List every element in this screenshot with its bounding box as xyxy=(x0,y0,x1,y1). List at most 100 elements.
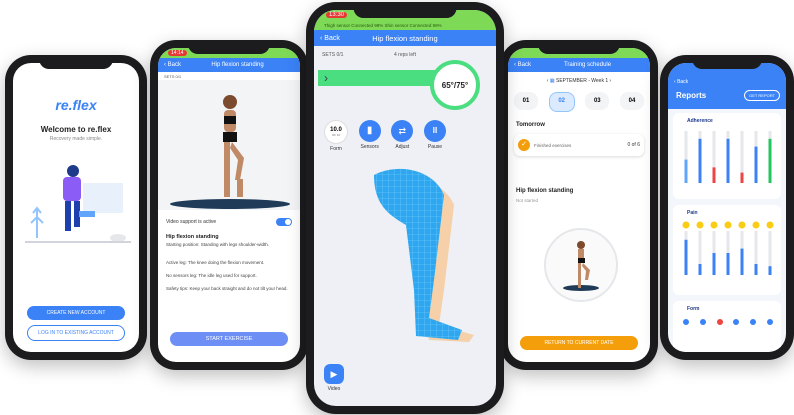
active-leg-text: Active leg: The knee doing the flexion m… xyxy=(166,260,265,265)
face-icon xyxy=(710,221,718,229)
form-marker-icon xyxy=(733,319,740,325)
phone-training-schedule: ‹ Back Training schedule ‹ ▦ SEPTEMBER -… xyxy=(500,40,658,370)
form-marker-icon xyxy=(766,319,773,325)
phone-notch xyxy=(692,55,762,69)
form-sub: OF 10 xyxy=(331,133,341,137)
angle-gauge: 65°/75° xyxy=(430,60,480,110)
face-icon xyxy=(752,221,760,229)
video-button[interactable]: ▶ Video xyxy=(324,364,344,392)
adjust-button[interactable]: ⇄ Adjust xyxy=(391,120,414,152)
pain-chart xyxy=(682,221,774,275)
chart-bar xyxy=(712,167,716,183)
phone-notch xyxy=(537,40,621,54)
exercise-figure-image xyxy=(158,80,300,210)
adherence-card: Adherence xyxy=(673,113,781,199)
reports-screen: ‹ Back Reports GET REPORT Adherence Pain… xyxy=(668,63,786,352)
video-label: Video xyxy=(327,386,341,392)
welcome-screen: re.flex Welcome to re.flex Recovery made… xyxy=(13,63,139,352)
chart-bar xyxy=(684,239,688,275)
video-support-label: Video support is active xyxy=(166,219,217,225)
chart-bar xyxy=(712,253,716,275)
month-selector[interactable]: ‹ ▦ SEPTEMBER - Week 1 › xyxy=(508,78,650,84)
exercise-live-screen: 13:30 Thigh sensor Connected 98% Shin se… xyxy=(314,10,496,406)
phone-notch xyxy=(353,2,457,18)
face-icon xyxy=(738,221,746,229)
calendar-icon: ▦ xyxy=(549,78,555,84)
pain-title: Pain xyxy=(687,210,698,216)
create-account-button[interactable]: CREATE NEW ACCOUNT xyxy=(27,306,125,320)
back-button[interactable]: ‹ Back xyxy=(164,62,181,68)
chart-bar xyxy=(698,138,702,183)
sets-label: SETS 0/1 xyxy=(322,52,344,58)
chart-bar xyxy=(754,264,758,275)
chart-bar xyxy=(726,138,730,183)
chevron-right-icon[interactable]: › xyxy=(610,78,612,84)
welcome-illustration xyxy=(25,165,131,243)
checkmark-icon: ✓ xyxy=(518,139,530,151)
welcome-title: Welcome to re.flex xyxy=(40,125,112,134)
nav-bar: ‹ Back Hip flexion standing xyxy=(158,58,300,72)
sensor-icon: ▮ xyxy=(358,120,381,142)
face-icon xyxy=(766,221,774,229)
phone-notch xyxy=(39,55,113,69)
chart-bar xyxy=(754,146,758,183)
day-tab[interactable]: 04 xyxy=(619,92,644,110)
exercise-thumbnail[interactable] xyxy=(544,228,618,302)
nav-bar: ‹ Back Hip flexion standing xyxy=(314,30,496,46)
pause-icon: II xyxy=(423,120,446,142)
non-sensor-leg-text: No sensors leg: The idle leg used for su… xyxy=(166,273,257,278)
return-current-date-button[interactable]: RETURN TO CURRENT DATE xyxy=(520,336,638,350)
chart-bar xyxy=(768,266,772,275)
tomorrow-heading: Tomorrow xyxy=(516,122,545,128)
chart-bar xyxy=(684,159,688,183)
face-icon xyxy=(682,221,690,229)
back-button[interactable]: ‹ Back xyxy=(674,79,688,85)
start-exercise-button[interactable]: START EXERCISE xyxy=(170,332,288,346)
form-marker-icon xyxy=(750,319,757,325)
adherence-chart xyxy=(684,131,772,183)
phone-welcome: re.flex Welcome to re.flex Recovery made… xyxy=(5,55,147,360)
form-markers xyxy=(683,319,773,325)
phone-reports: ‹ Back Reports GET REPORT Adherence Pain… xyxy=(660,55,794,360)
form-marker-icon xyxy=(683,319,689,325)
reports-header: ‹ Back Reports GET REPORT xyxy=(668,63,786,109)
day-tab[interactable]: 01 xyxy=(514,92,538,110)
video-icon: ▶ xyxy=(324,364,344,384)
form-score: 10.0 OF 10 Form xyxy=(324,120,348,152)
form-marker-icon xyxy=(699,319,706,325)
chevron-left-icon[interactable]: ‹ xyxy=(547,78,549,84)
reps-left-label: 4 reps left xyxy=(394,52,416,58)
chart-bar xyxy=(740,172,744,183)
exercise-status: Not started xyxy=(516,198,539,203)
sensor-status: Thigh sensor Connected 98% Shin sensor C… xyxy=(314,22,496,30)
day-tab-selected[interactable]: 02 xyxy=(548,92,575,112)
video-support-toggle[interactable] xyxy=(276,218,292,226)
phone-exercise-detail: 14:14 ‹ Back Hip flexion standing SETS 0… xyxy=(150,40,308,370)
chart-bar xyxy=(726,253,730,275)
screen-title: Hip flexion standing xyxy=(372,33,438,43)
face-icon xyxy=(696,221,704,229)
get-report-button[interactable]: GET REPORT xyxy=(744,90,780,101)
starting-position-text: Starting position: Standing with legs sh… xyxy=(166,242,270,247)
pause-button[interactable]: II Pause xyxy=(423,120,446,152)
form-card: Form xyxy=(673,301,781,352)
finished-card: ✓ Finished exercises 0 of 6 xyxy=(514,134,644,156)
chart-bar xyxy=(698,264,702,275)
back-button[interactable]: ‹ Back xyxy=(514,62,531,68)
sliders-icon: ⇄ xyxy=(391,120,414,142)
exercise-detail-screen: 14:14 ‹ Back Hip flexion standing SETS 0… xyxy=(158,48,300,362)
sensors-button[interactable]: ▮ Sensors xyxy=(358,120,381,152)
login-button[interactable]: LOG IN TO EXISTING ACCOUNT xyxy=(27,325,125,341)
form-title: Form xyxy=(687,306,700,312)
safety-tips-text: Safety tips: Keep your back straight and… xyxy=(166,286,288,291)
schedule-screen: ‹ Back Training schedule ‹ ▦ SEPTEMBER -… xyxy=(508,48,650,362)
screen-title: Hip flexion standing xyxy=(211,62,264,68)
day-tab[interactable]: 03 xyxy=(585,92,610,110)
nav-bar: ‹ Back Training schedule xyxy=(508,58,650,72)
angle-value: 65°/75° xyxy=(441,80,469,90)
form-marker-icon xyxy=(716,319,723,325)
face-icon xyxy=(724,221,732,229)
pain-card: Pain xyxy=(673,205,781,295)
back-button[interactable]: ‹ Back xyxy=(320,35,340,42)
status-time: 14:14 xyxy=(168,50,187,56)
